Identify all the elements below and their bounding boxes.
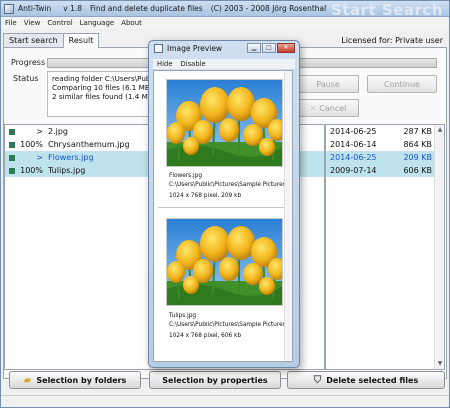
selection-by-folders-button[interactable]: ▰ Selection by folders: [9, 371, 141, 389]
preview-window-icon: [154, 44, 163, 53]
app-name: Anti-Twin: [18, 4, 52, 13]
preview-file-path: C:\Users\Public\Pictures\Sample Pictures…: [169, 182, 288, 188]
tab-start-search[interactable]: Start search: [3, 33, 64, 47]
menu-view[interactable]: View: [24, 19, 41, 27]
file-size: 287 KB: [403, 127, 432, 136]
tulips-thumbnail: [166, 218, 283, 306]
window-controls: ▁ □ ✕: [246, 43, 295, 53]
file-date: 2009-07-14: [330, 166, 377, 175]
selection-by-properties-button[interactable]: Selection by properties: [149, 371, 281, 389]
delete-selected-button[interactable]: ⛉ Delete selected files: [287, 371, 445, 389]
app-icon: [4, 3, 14, 14]
maximize-icon[interactable]: □: [262, 43, 276, 53]
app-version: v 1.8: [63, 4, 82, 13]
menu-control[interactable]: Control: [47, 19, 72, 27]
preview-separator: [158, 207, 290, 208]
selection-by-folders-label: Selection by folders: [36, 375, 127, 385]
status-label: Status: [13, 74, 39, 83]
file-date: 2014-06-25: [330, 127, 377, 136]
file-name: 2.jpg: [48, 127, 69, 136]
delete-selected-label: Delete selected files: [326, 375, 419, 385]
menu-about[interactable]: About: [121, 19, 142, 27]
title-bar: Anti-Twin v 1.8 Find and delete duplicat…: [1, 1, 449, 17]
menu-bar: File View Control Language About: [1, 17, 449, 29]
file-size: 606 KB: [403, 166, 432, 175]
detail-row[interactable]: 2014-06-25 209 KB: [326, 151, 444, 164]
cancel-x-icon: ✕: [309, 103, 317, 113]
preview-menu: Hide Disable: [153, 59, 295, 69]
status-line: 2 similar files found (1.4 MB: [52, 92, 153, 101]
folder-icon: ▰: [23, 374, 32, 386]
match-indicator: 100%: [20, 166, 43, 175]
status-strip: [1, 395, 449, 407]
cancel-label: Cancel: [319, 103, 347, 113]
tab-strip: Start search Result: [3, 33, 100, 48]
detail-row[interactable]: 2009-07-14 606 KB: [326, 164, 444, 177]
license-info: Licensed for: Private user: [341, 36, 443, 45]
continue-button[interactable]: Continue: [367, 75, 437, 93]
app-copyright: (C) 2003 - 2008 Jörg Rosenthal: [210, 4, 327, 13]
scroll-up-icon[interactable]: ▲: [435, 125, 444, 135]
menu-file[interactable]: File: [5, 19, 17, 27]
file-details-list[interactable]: 2014-06-25 287 KB 2014-06-14 864 KB 2014…: [325, 124, 445, 370]
preview-file-name: Flowers.jpg: [169, 173, 203, 179]
image-preview-window[interactable]: Image Preview ▁ □ ✕ Hide Disable Flowers…: [148, 40, 300, 368]
menu-language[interactable]: Language: [80, 19, 115, 27]
selection-by-properties-label: Selection by properties: [162, 375, 268, 385]
match-indicator: >: [36, 127, 43, 136]
status-line: Comparing 10 files (6.1 MB: [52, 83, 150, 92]
progress-label: Progress: [11, 58, 46, 67]
preview-file-info: 1024 x 768 pixel, 209 kb: [169, 193, 242, 199]
file-name: Flowers.jpg: [48, 153, 94, 162]
file-name: Tulips.jpg: [48, 166, 86, 175]
preview-body: Flowers.jpg C:\Users\Public\Pictures\Sam…: [153, 70, 293, 362]
status-box: reading folder C:\Users\Publ Comparing 1…: [47, 71, 157, 117]
pause-button[interactable]: Pause: [297, 75, 359, 93]
preview-title: Image Preview: [167, 44, 223, 53]
app-subtitle: Find and delete duplicate files: [90, 4, 203, 13]
preview-menu-disable[interactable]: Disable: [181, 60, 206, 68]
preview-file-info: 1024 x 768 pixel, 606 kb: [169, 333, 242, 339]
file-size: 864 KB: [403, 140, 432, 149]
file-name: Chrysanthemum.jpg: [48, 140, 130, 149]
preview-scrollbar[interactable]: [284, 71, 292, 361]
scroll-down-icon[interactable]: ▼: [435, 359, 444, 369]
status-line: reading folder C:\Users\Publ: [52, 74, 153, 83]
minimize-icon[interactable]: ▁: [247, 43, 261, 53]
shield-icon: ⛉: [313, 374, 322, 386]
match-indicator: >: [36, 153, 43, 162]
ghost-title: Start Search: [331, 1, 443, 17]
tab-result[interactable]: Result: [62, 33, 100, 48]
match-indicator: 100%: [20, 140, 43, 149]
preview-menu-hide[interactable]: Hide: [157, 60, 173, 68]
file-date: 2014-06-25: [330, 153, 377, 162]
preview-file-path: C:\Users\Public\Pictures\Sample Pictures…: [169, 322, 288, 328]
vertical-scrollbar[interactable]: ▲ ▼: [434, 125, 444, 369]
detail-row[interactable]: 2014-06-25 287 KB: [326, 125, 444, 138]
file-date: 2014-06-14: [330, 140, 377, 149]
cancel-button[interactable]: ✕ Cancel: [297, 99, 359, 117]
flowers-thumbnail: [166, 79, 283, 167]
preview-title-bar: Image Preview: [154, 44, 222, 53]
preview-file-name: Tulips.jpg: [169, 313, 197, 319]
detail-row[interactable]: 2014-06-14 864 KB: [326, 138, 444, 151]
close-icon[interactable]: ✕: [277, 43, 295, 53]
file-size: 209 KB: [403, 153, 432, 162]
